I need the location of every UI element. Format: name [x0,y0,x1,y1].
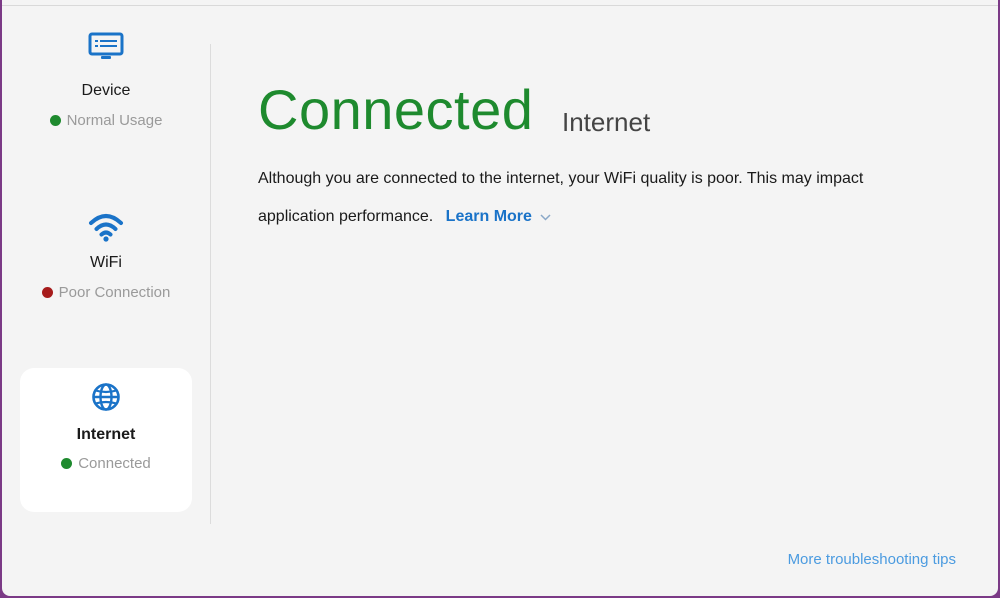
wifi-icon [20,212,192,242]
page-title: Connected [258,78,534,141]
sidebar-item-label: Internet [76,426,136,443]
description-text: Although you are connected to the intern… [258,170,864,226]
title-divider [2,5,998,6]
status-description: Although you are connected to the intern… [258,160,938,236]
status-text: Poor Connection [58,284,171,301]
app-window: Device Normal Usage WiFi Poor Connection [2,0,998,596]
more-troubleshooting-link[interactable]: More troubleshooting tips [788,551,956,568]
chevron-down-icon [540,198,551,236]
learn-more-label: Learn More [445,208,532,226]
status-text: Normal Usage [66,112,163,129]
status-indicator: Connected [20,455,192,472]
sidebar-item-label: Device [81,82,131,99]
page-subtitle: Internet [562,107,651,137]
sidebar-item-internet[interactable]: Internet Connected [20,368,192,512]
status-indicator: Poor Connection [20,284,192,301]
status-dot [49,115,61,126]
status-text: Connected [78,455,151,472]
status-dot [61,458,73,469]
sidebar-item-label: WiFi [90,254,122,271]
globe-icon [20,382,192,412]
learn-more-link[interactable]: Learn More [446,208,552,225]
sidebar-item-device[interactable]: Device Normal Usage [20,30,192,174]
monitor-icon [20,30,192,60]
sidebar-item-wifi[interactable]: WiFi Poor Connection [20,202,192,346]
status-indicator: Normal Usage [20,112,192,129]
sidebar-divider [210,44,211,524]
status-dot [41,287,53,298]
